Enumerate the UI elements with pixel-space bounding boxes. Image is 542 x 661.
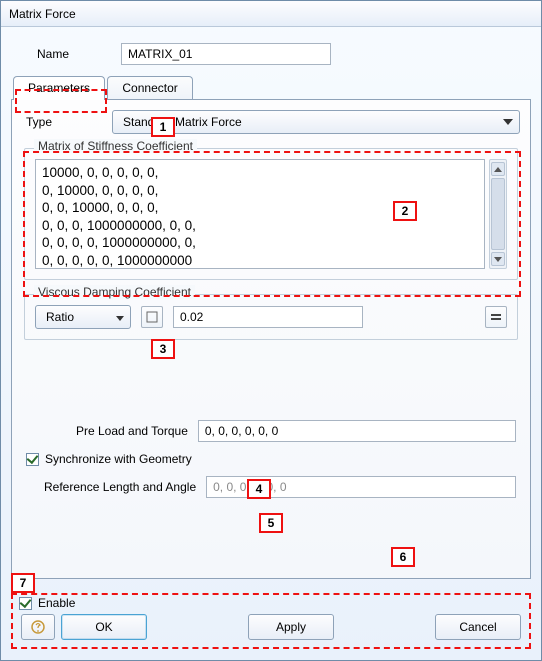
chevron-down-icon bbox=[503, 119, 513, 125]
name-label: Name bbox=[37, 47, 97, 61]
damping-picker-button[interactable] bbox=[141, 306, 163, 328]
damping-group: Viscous Damping Coefficient Ratio bbox=[24, 294, 518, 340]
type-selected: Standard Matrix Force bbox=[123, 115, 242, 129]
refla-input bbox=[206, 476, 516, 498]
enable-label: Enable bbox=[38, 596, 75, 610]
cancel-button[interactable]: Cancel bbox=[435, 614, 521, 640]
checkbox-icon bbox=[19, 597, 32, 610]
chevron-down-icon bbox=[116, 310, 124, 324]
ok-button[interactable]: OK bbox=[61, 614, 147, 640]
preload-label: Pre Load and Torque bbox=[76, 424, 188, 438]
tabstrip: Parameters Connector bbox=[13, 75, 531, 99]
refla-label: Reference Length and Angle bbox=[44, 480, 196, 494]
tab-connector[interactable]: Connector bbox=[107, 76, 192, 100]
enable-checkbox[interactable]: Enable bbox=[19, 596, 75, 610]
help-icon bbox=[30, 619, 46, 635]
name-input[interactable] bbox=[121, 43, 331, 65]
type-dropdown[interactable]: Standard Matrix Force bbox=[112, 110, 520, 134]
tab-body-parameters: Type Standard Matrix Force Matrix of Sti… bbox=[11, 99, 531, 579]
help-button[interactable] bbox=[21, 614, 55, 640]
footer: Enable OK Apply Cancel bbox=[11, 590, 531, 650]
type-label: Type bbox=[22, 115, 82, 129]
damping-mode-selected: Ratio bbox=[46, 310, 74, 324]
stiffness-group: Matrix of Stiffness Coefficient 10000, 0… bbox=[24, 148, 518, 280]
damping-value-input[interactable] bbox=[173, 306, 363, 328]
scroll-up-icon[interactable] bbox=[491, 162, 505, 176]
scroll-thumb[interactable] bbox=[491, 178, 505, 250]
damping-mode-dropdown[interactable]: Ratio bbox=[35, 305, 131, 329]
sync-geometry-label: Synchronize with Geometry bbox=[45, 452, 192, 466]
stiffness-scrollbar[interactable] bbox=[489, 159, 507, 269]
titlebar: Matrix Force bbox=[1, 1, 541, 27]
preload-input[interactable] bbox=[198, 420, 516, 442]
damping-title: Viscous Damping Coefficient bbox=[34, 285, 195, 299]
scroll-down-icon[interactable] bbox=[491, 252, 505, 266]
matrix-force-dialog: Matrix Force Name Parameters Connector T… bbox=[0, 0, 542, 661]
window-title: Matrix Force bbox=[9, 7, 76, 21]
checkbox-icon bbox=[26, 453, 39, 466]
damping-equals-button[interactable] bbox=[485, 306, 507, 328]
stiffness-title: Matrix of Stiffness Coefficient bbox=[34, 139, 197, 153]
sync-geometry-checkbox[interactable]: Synchronize with Geometry bbox=[26, 452, 192, 466]
apply-button[interactable]: Apply bbox=[248, 614, 334, 640]
stiffness-matrix-textarea[interactable]: 10000, 0, 0, 0, 0, 0, 0, 10000, 0, 0, 0,… bbox=[35, 159, 485, 269]
tab-parameters[interactable]: Parameters bbox=[13, 76, 105, 100]
